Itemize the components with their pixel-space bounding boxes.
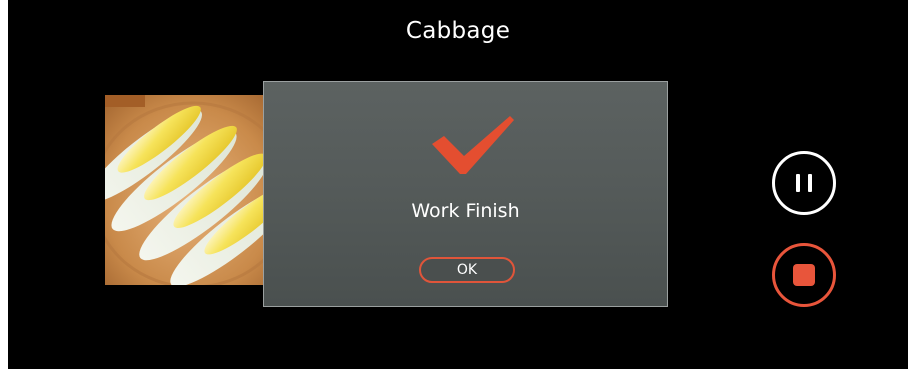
work-finish-dialog: Work Finish OK bbox=[263, 81, 668, 307]
pause-button[interactable] bbox=[772, 151, 836, 215]
page-title: Cabbage bbox=[405, 18, 511, 44]
cooking-screen: Cabbage Work Finish OK bbox=[8, 0, 908, 369]
stop-button[interactable] bbox=[772, 243, 836, 307]
ok-button[interactable]: OK bbox=[419, 257, 515, 283]
dialog-message: Work Finish bbox=[411, 200, 520, 222]
stop-icon bbox=[793, 264, 815, 286]
food-image bbox=[105, 95, 275, 285]
checkmark-icon bbox=[432, 116, 514, 174]
